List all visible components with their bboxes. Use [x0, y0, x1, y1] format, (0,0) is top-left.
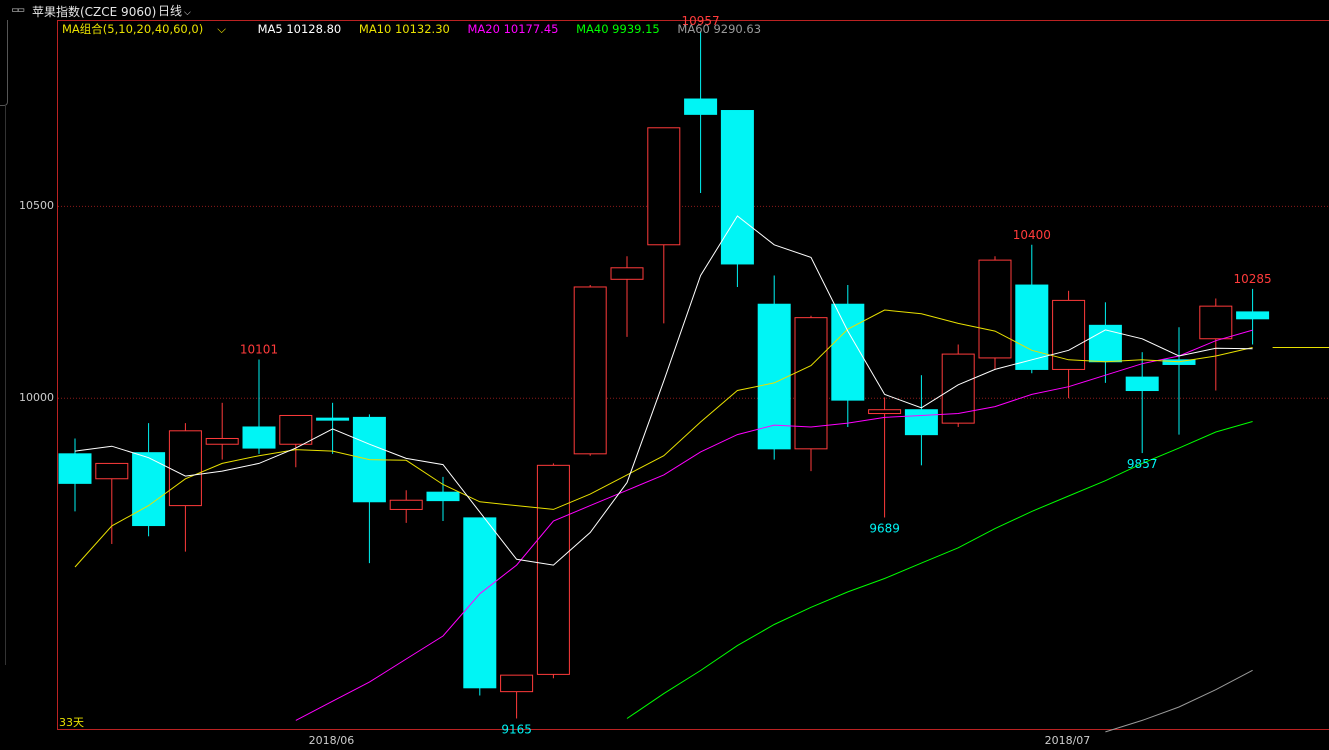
x-tick-label: 2018/06: [308, 734, 355, 747]
high-price-label: 10101: [240, 342, 278, 356]
candle-body: [1125, 376, 1159, 392]
candlestick-chart[interactable]: 10101916510957968910400985710285: [0, 0, 1329, 750]
candle-body: [720, 110, 754, 265]
low-price-label: 9857: [1127, 457, 1158, 471]
chevron-down-icon: ⌵: [217, 22, 226, 36]
candle-body: [463, 517, 497, 689]
candle-body: [904, 409, 938, 436]
candle-body: [757, 303, 791, 450]
high-price-label: 10285: [1234, 272, 1272, 286]
candle-body: [684, 98, 718, 115]
candle-body: [426, 491, 460, 502]
legend-ma10: MA10 10132.30: [358, 22, 450, 36]
candle-body: [279, 414, 313, 445]
ma-combo-label: MA组合(5,10,20,40,60,0): [62, 22, 204, 36]
candle-body: [1236, 311, 1270, 320]
candle-body: [168, 430, 202, 507]
candle-body: [1088, 324, 1122, 363]
ma-combo-selector[interactable]: MA组合(5,10,20,40,60,0) ⌵: [62, 22, 240, 36]
candle-body: [1052, 299, 1086, 370]
legend-ma60: MA60 9290.63: [677, 22, 762, 36]
candle-body: [573, 286, 607, 455]
ma60-line: [1105, 669, 1253, 733]
candle-body: [316, 417, 350, 421]
candle-body: [58, 453, 92, 484]
candle-body: [500, 674, 534, 693]
legend-ma40: MA40 9939.15: [576, 22, 660, 36]
high-price-label: 10400: [1013, 228, 1051, 242]
ma40-line: [626, 421, 1253, 719]
candle-body: [242, 426, 276, 449]
candle-body: [831, 303, 865, 401]
candle-body: [389, 499, 423, 510]
candle-body: [1199, 305, 1233, 340]
candle-body: [610, 267, 644, 280]
legend-ma5: MA5 10128.80: [257, 22, 342, 36]
candle-body: [941, 353, 975, 424]
low-price-label: 9165: [501, 722, 532, 736]
x-tick-label: 2018/07: [1044, 734, 1091, 747]
candle-body: [978, 259, 1012, 359]
candle-body: [647, 127, 681, 246]
low-price-label: 9689: [869, 521, 900, 535]
candle-body: [794, 317, 828, 450]
ma-legend: MA组合(5,10,20,40,60,0) ⌵ MA5 10128.80 MA10…: [62, 21, 775, 37]
candle-body: [536, 464, 570, 675]
legend-ma20: MA20 10177.45: [467, 22, 559, 36]
visible-days-count: 33天: [59, 716, 84, 729]
candle-body: [95, 462, 129, 480]
candle-body: [205, 437, 239, 445]
candle-body: [868, 409, 902, 415]
